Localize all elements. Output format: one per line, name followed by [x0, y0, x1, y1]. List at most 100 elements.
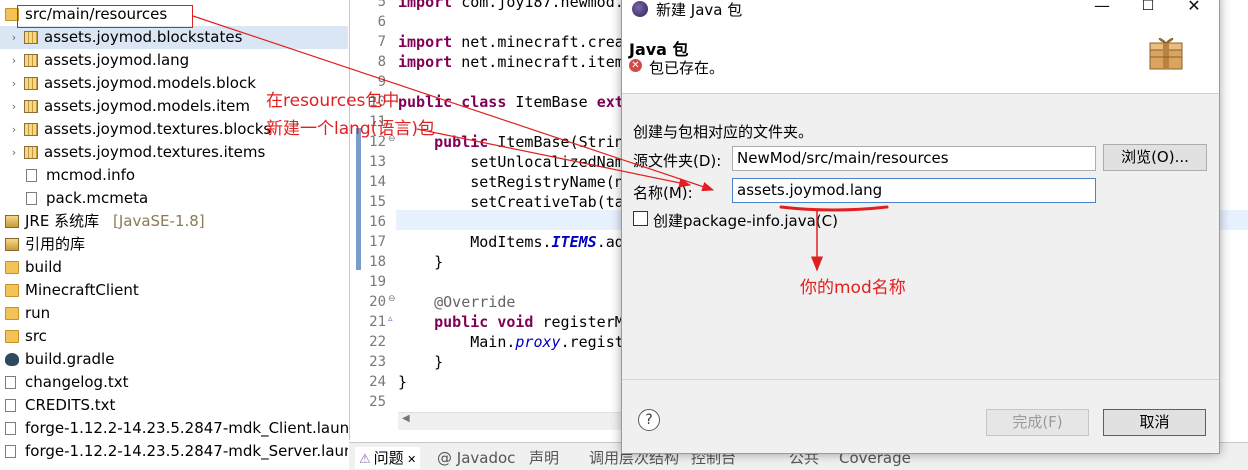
dialog-title: 新建 Java 包 — [656, 1, 743, 19]
tree-item-label: JRE 系统库 — [25, 212, 100, 230]
line-number: 16 — [369, 214, 386, 230]
gradle-icon — [5, 353, 19, 366]
annotation-note-mod-name: 你的mod名称 — [800, 278, 906, 298]
tree-item[interactable]: changelog.txt — [0, 371, 348, 394]
minimize-button[interactable]: — — [1079, 0, 1125, 19]
package-icon — [24, 123, 38, 136]
tree-item[interactable]: build.gradle — [0, 348, 348, 371]
tree-item-label: pack.mcmeta — [46, 189, 149, 207]
help-icon[interactable]: ? — [638, 409, 660, 431]
code-line[interactable]: ModItems.ITEMS.ad — [398, 232, 624, 252]
file-icon — [5, 422, 16, 435]
line-number: 20 — [369, 294, 386, 310]
bottom-tab[interactable]: 声明 — [529, 447, 559, 469]
code-line[interactable]: import net.minecraft.item — [398, 52, 624, 72]
expand-arrow-icon[interactable]: › — [8, 118, 20, 141]
fold-icon[interactable]: ⊖ — [388, 294, 396, 304]
tree-item[interactable]: mcmod.info — [0, 164, 348, 187]
browse-button[interactable]: 浏览(O)... — [1103, 144, 1207, 171]
code-line[interactable]: public class ItemBase ext — [398, 92, 624, 112]
cancel-button[interactable]: 取消 — [1103, 409, 1206, 436]
close-tab-icon[interactable]: ✕ — [404, 453, 416, 466]
code-line[interactable]: } — [398, 372, 407, 392]
tree-item-label: assets.joymod.textures.blocks — [44, 120, 272, 138]
package-icon — [24, 54, 38, 67]
line-number: 24 — [369, 374, 386, 390]
code-line[interactable]: } — [398, 352, 443, 372]
code-line[interactable]: import net.minecraft.crea — [398, 32, 624, 52]
expand-arrow-icon[interactable]: › — [8, 141, 20, 164]
annotation-note-line1: 在resources包中 — [266, 91, 400, 111]
line-number: 25 — [369, 394, 386, 410]
tree-item-label: changelog.txt — [25, 373, 129, 391]
line-number: 6 — [377, 14, 386, 30]
tree-item[interactable]: src — [0, 325, 348, 348]
tree-item-label: mcmod.info — [46, 166, 136, 184]
line-number: 18 — [369, 254, 386, 270]
code-line[interactable]: @Override — [398, 292, 515, 312]
line-number: 19 — [369, 274, 386, 290]
line-number: 21 — [369, 314, 386, 330]
bottom-tab-label: 声明 — [529, 449, 560, 467]
create-package-info-label[interactable]: 创建package-info.java(C) — [653, 210, 838, 231]
code-line[interactable]: import com.joy187.newmod. — [398, 0, 624, 12]
tree-item-label: 引用的库 — [25, 235, 86, 253]
maximize-button[interactable]: ☐ — [1125, 0, 1171, 19]
bottom-tab-label: @ Javadoc — [437, 449, 516, 467]
package-icon — [24, 100, 38, 113]
code-line[interactable]: setCreativeTab(ta — [398, 192, 624, 212]
tree-item-label: forge-1.12.2-14.23.5.2847-mdk_Server.lau… — [25, 442, 348, 460]
tree-item[interactable]: 引用的库 — [0, 233, 348, 256]
bottom-tab[interactable]: @ Javadoc — [437, 447, 515, 469]
tree-item[interactable]: build — [0, 256, 348, 279]
dialog-titlebar[interactable]: 新建 Java 包 — ☐ ✕ — [622, 0, 1219, 21]
tree-item-suffix: [JavaSE-1.8] — [113, 212, 205, 230]
package-icon — [24, 77, 38, 90]
file-icon — [5, 445, 16, 458]
folder-icon — [5, 284, 19, 297]
expand-arrow-icon[interactable]: › — [8, 95, 20, 118]
line-number: 13 — [369, 154, 386, 170]
create-package-info-checkbox[interactable] — [633, 211, 648, 226]
tree-item[interactable]: › assets.joymod.blockstates — [0, 26, 348, 49]
tree-item-label: build.gradle — [25, 350, 115, 368]
eclipse-icon — [632, 1, 648, 17]
library-icon — [5, 238, 19, 251]
file-icon — [26, 192, 37, 205]
code-line[interactable]: } — [398, 252, 443, 272]
tree-item-label: assets.joymod.models.item — [44, 97, 250, 115]
tree-item-label: build — [25, 258, 62, 276]
close-button[interactable]: ✕ — [1171, 0, 1217, 19]
tree-item[interactable]: pack.mcmeta — [0, 187, 348, 210]
source-folder-input[interactable]: NewMod/src/main/resources — [732, 146, 1096, 171]
new-java-package-dialog: 新建 Java 包 — ☐ ✕ Java 包 ✕ 包已存在。 创建与包相对应的文… — [621, 0, 1220, 454]
scroll-left-icon[interactable]: ◀ — [402, 413, 410, 424]
tree-item[interactable]: › assets.joymod.textures.items — [0, 141, 348, 164]
line-number: 5 — [377, 0, 386, 10]
code-line[interactable]: setUnlocalizedNam — [398, 152, 624, 172]
tree-item[interactable]: forge-1.12.2-14.23.5.2847-mdk_Server.lau… — [0, 440, 348, 463]
code-line[interactable]: public void registerM — [398, 312, 624, 332]
override-marker-icon: ▵ — [388, 314, 393, 324]
tree-item[interactable]: CREDITS.txt — [0, 394, 348, 417]
line-number: 15 — [369, 194, 386, 210]
package-name-input[interactable]: assets.joymod.lang — [732, 178, 1096, 203]
tree-item[interactable]: JRE 系统库 [JavaSE-1.8] — [0, 210, 348, 233]
bottom-tab[interactable]: ⚠ 问题 ✕ — [355, 447, 421, 469]
tree-item[interactable]: run — [0, 302, 348, 325]
expand-arrow-icon[interactable]: › — [8, 72, 20, 95]
expand-arrow-icon[interactable]: › — [8, 26, 20, 49]
folder-icon — [5, 261, 19, 274]
expand-arrow-icon[interactable]: › — [8, 49, 20, 72]
tree-item[interactable]: MinecraftClient — [0, 279, 348, 302]
tree-item[interactable]: forge-1.12.2-14.23.5.2847-mdk_Client.lau… — [0, 417, 348, 440]
tree-item-label: assets.joymod.textures.items — [44, 143, 266, 161]
problems-icon: ⚠ — [359, 452, 371, 467]
tree-item[interactable]: › assets.joymod.lang — [0, 49, 348, 72]
annotation-box — [17, 5, 193, 28]
code-line[interactable]: Main.proxy.regist — [398, 332, 624, 352]
file-icon — [5, 399, 16, 412]
code-line[interactable]: setRegistryName(n — [398, 172, 624, 192]
finish-button[interactable]: 完成(F) — [986, 409, 1089, 436]
annotation-note-line2: 新建一个lang(语言)包 — [266, 119, 435, 139]
